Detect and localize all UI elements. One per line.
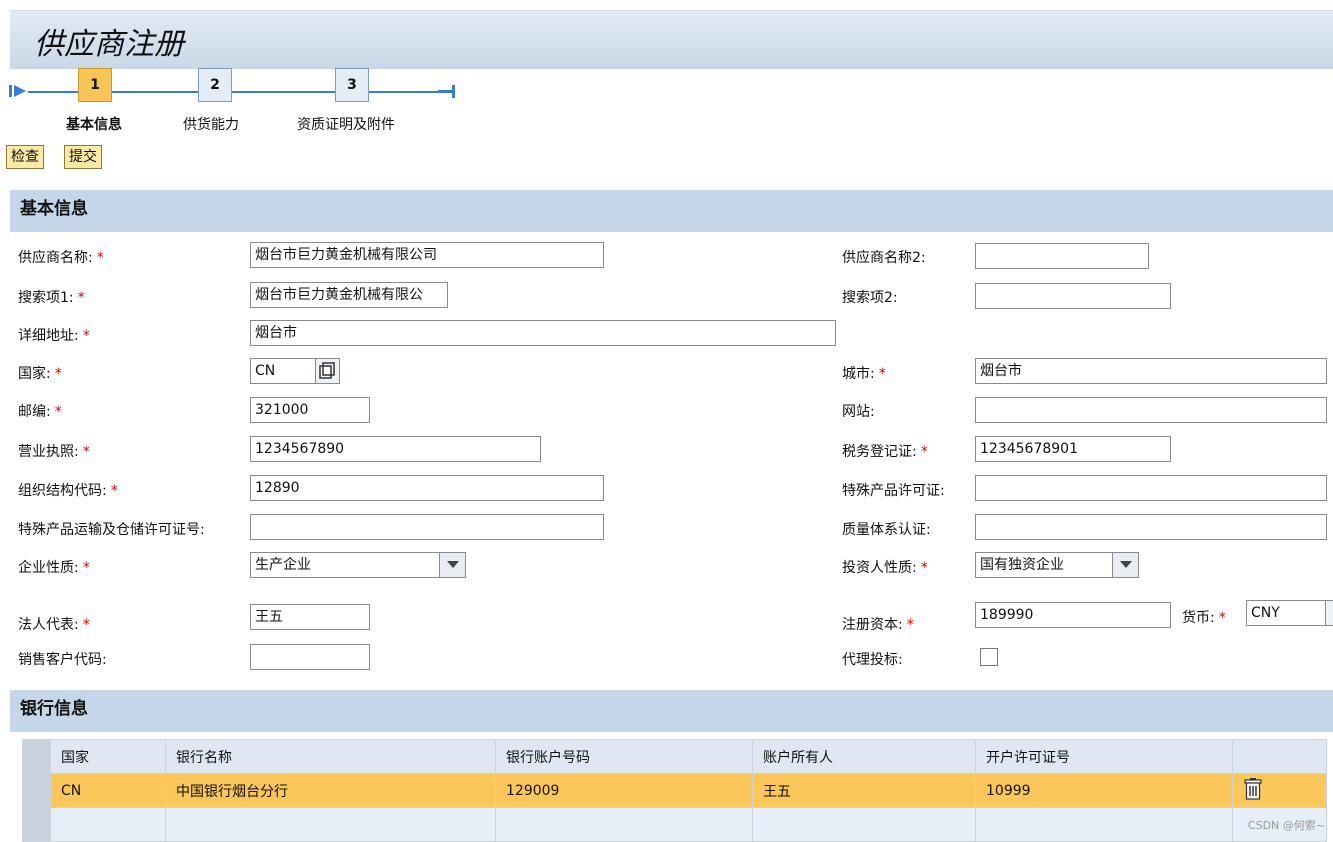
address-label: 详细地址: * bbox=[18, 328, 90, 344]
supplier-name2-label: 供应商名称2: bbox=[842, 250, 926, 266]
table-cell[interactable]: 中国银行烟台分行 bbox=[165, 773, 496, 808]
quality-cert-input[interactable] bbox=[975, 514, 1327, 540]
legal-rep-input[interactable]: 王五 bbox=[250, 604, 370, 630]
investor-type-dropdown-button[interactable] bbox=[1113, 552, 1139, 578]
tax-registration-label: 税务登记证: * bbox=[842, 444, 928, 460]
submit-button[interactable]: 提交 bbox=[64, 145, 102, 169]
business-license-label: 营业执照: * bbox=[18, 444, 90, 460]
delete-row-cell bbox=[1232, 773, 1327, 808]
supplier-name-label: 供应商名称: * bbox=[18, 250, 104, 266]
proxy-bidding-checkbox[interactable] bbox=[980, 648, 998, 666]
city-label: 城市: * bbox=[842, 366, 886, 382]
legal-rep-label: 法人代表: * bbox=[18, 617, 90, 633]
table-cell[interactable]: 129009 bbox=[495, 773, 753, 808]
address-input[interactable]: 烟台市 bbox=[250, 320, 836, 346]
table-cell[interactable] bbox=[495, 807, 753, 842]
trash-icon[interactable] bbox=[1243, 777, 1263, 801]
registered-capital-input[interactable]: 189990 bbox=[975, 602, 1171, 628]
roadmap-step-label[interactable]: 资质证明及附件 bbox=[297, 114, 395, 134]
investor-type-label: 投资人性质: * bbox=[842, 560, 928, 576]
currency-value-help-button[interactable] bbox=[1326, 600, 1333, 626]
city-input[interactable]: 烟台市 bbox=[975, 358, 1327, 384]
table-cell[interactable]: 10999 bbox=[975, 773, 1233, 808]
postal-code-input[interactable]: 321000 bbox=[250, 397, 370, 423]
row-selector[interactable] bbox=[22, 773, 51, 808]
business-license-input[interactable]: 1234567890 bbox=[250, 436, 541, 462]
search-term2-input[interactable] bbox=[975, 283, 1171, 309]
special-transport-license-label: 特殊产品运输及仓储许可证号: bbox=[18, 522, 205, 538]
roadmap-step-2[interactable]: 2 bbox=[198, 68, 232, 102]
roadmap-start-icon bbox=[9, 85, 26, 97]
value-help-button[interactable] bbox=[316, 358, 340, 384]
table-cell[interactable]: 王五 bbox=[752, 773, 976, 808]
value-help-icon bbox=[319, 362, 335, 379]
table-cell[interactable] bbox=[165, 807, 496, 842]
table-cell[interactable] bbox=[752, 807, 976, 842]
table-cell[interactable] bbox=[975, 807, 1233, 842]
column-header[interactable]: 开户许可证号 bbox=[975, 739, 1233, 774]
column-header[interactable]: 银行名称 bbox=[165, 739, 496, 774]
chevron-down-icon bbox=[1119, 561, 1132, 568]
supplier-name-input[interactable]: 烟台市巨力黄金机械有限公司 bbox=[250, 242, 604, 268]
special-product-license-input[interactable] bbox=[975, 475, 1327, 501]
section-header-bank-info: 银行信息 bbox=[10, 690, 1333, 732]
chevron-down-icon bbox=[446, 561, 459, 568]
tax-registration-input[interactable]: 12345678901 bbox=[975, 436, 1171, 462]
section-header-basic-info: 基本信息 bbox=[10, 190, 1333, 232]
column-header[interactable]: 银行账户号码 bbox=[495, 739, 753, 774]
org-code-label: 组织结构代码: * bbox=[18, 483, 118, 499]
roadmap-step-1[interactable]: 1 bbox=[78, 68, 112, 102]
page-title: 供应商注册 bbox=[34, 27, 184, 62]
special-transport-license-input[interactable] bbox=[250, 514, 604, 540]
currency-input[interactable]: CNY bbox=[1246, 600, 1326, 626]
investor-type-select[interactable]: 国有独资企业 bbox=[975, 552, 1113, 578]
supplier-name2-input[interactable] bbox=[975, 243, 1149, 269]
roadmap: 1 2 3 基本信息 供货能力 资质证明及附件 bbox=[0, 68, 470, 138]
roadmap-step-label[interactable]: 供货能力 bbox=[183, 114, 239, 134]
column-header[interactable]: 账户所有人 bbox=[752, 739, 976, 774]
table-cell[interactable]: CN bbox=[50, 773, 166, 808]
column-header[interactable]: 国家 bbox=[50, 739, 166, 774]
quality-cert-label: 质量体系认证: bbox=[842, 522, 931, 538]
org-code-input[interactable]: 12890 bbox=[250, 475, 604, 501]
country-input[interactable]: CN bbox=[250, 358, 316, 384]
enterprise-type-label: 企业性质: * bbox=[18, 560, 90, 576]
table-cell[interactable] bbox=[50, 807, 166, 842]
country-label: 国家: * bbox=[18, 366, 62, 382]
watermark: CSDN @何索~ bbox=[1247, 819, 1325, 832]
table-header-row: 国家 银行名称 银行账户号码 账户所有人 开户许可证号 bbox=[22, 739, 1327, 774]
title-bar: 供应商注册 bbox=[10, 10, 1333, 69]
row-selector-header[interactable] bbox=[22, 739, 51, 774]
special-product-license-label: 特殊产品许可证: bbox=[842, 483, 945, 499]
search-term2-label: 搜索项2: bbox=[842, 290, 898, 306]
table-row[interactable] bbox=[22, 807, 1327, 842]
table-row[interactable]: CN 中国银行烟台分行 129009 王五 10999 bbox=[22, 773, 1327, 808]
row-selector[interactable] bbox=[22, 807, 51, 842]
registered-capital-label: 注册资本: * bbox=[842, 617, 914, 633]
search-term1-label: 搜索项1: * bbox=[18, 290, 85, 306]
roadmap-step-3[interactable]: 3 bbox=[335, 68, 369, 102]
bank-table: 国家 银行名称 银行账户号码 账户所有人 开户许可证号 CN 中国银行烟台分行 … bbox=[22, 739, 1327, 842]
roadmap-end-icon bbox=[438, 85, 455, 98]
check-button[interactable]: 检查 bbox=[6, 145, 44, 169]
roadmap-step-label[interactable]: 基本信息 bbox=[66, 114, 122, 134]
sales-customer-code-label: 销售客户代码: bbox=[18, 652, 107, 668]
enterprise-type-select[interactable]: 生产企业 bbox=[250, 552, 440, 578]
enterprise-type-dropdown-button[interactable] bbox=[440, 552, 466, 578]
proxy-bidding-label: 代理投标: bbox=[842, 652, 903, 668]
website-label: 网站: bbox=[842, 404, 875, 420]
section-title: 基本信息 bbox=[20, 199, 88, 219]
section-title: 银行信息 bbox=[20, 699, 88, 719]
website-input[interactable] bbox=[975, 397, 1327, 423]
column-header-actions bbox=[1232, 739, 1327, 774]
postal-code-label: 邮编: * bbox=[18, 404, 62, 420]
sales-customer-code-input[interactable] bbox=[250, 644, 370, 670]
currency-label: 货币: * bbox=[1182, 610, 1226, 626]
search-term1-input[interactable]: 烟台市巨力黄金机械有限公 bbox=[250, 282, 448, 308]
